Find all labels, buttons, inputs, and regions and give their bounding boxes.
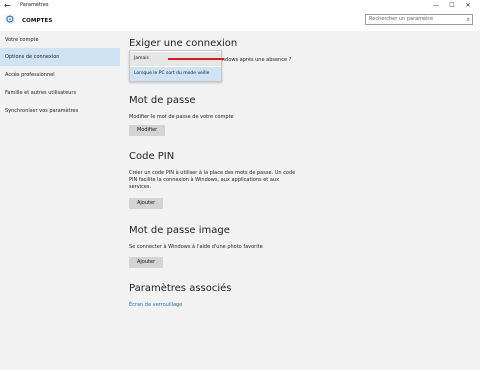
sidebar-item-sign-in-options[interactable]: Options de connexion	[0, 48, 120, 66]
sidebar-item-work-access[interactable]: Accès professionnel	[0, 66, 120, 84]
minimize-button[interactable]: —	[428, 0, 444, 11]
search-placeholder: Rechercher un paramètre	[369, 16, 434, 22]
picture-password-heading: Mot de passe image	[129, 225, 230, 236]
password-heading: Mot de passe	[129, 95, 196, 106]
search-input[interactable]: Rechercher un paramètre ⌕	[365, 14, 473, 25]
password-description: Modifier le mot de passe de votre compte	[129, 114, 234, 120]
window-title: Paramètres	[20, 2, 49, 8]
gear-icon: ⚙	[5, 13, 15, 26]
pin-description-line2: PIN facilite la connexion à Windows, aux…	[129, 177, 280, 183]
sidebar-item-sync[interactable]: Synchroniser vos paramètres	[0, 102, 120, 120]
section-title: COMPTES	[22, 18, 53, 24]
sidebar-item-your-account[interactable]: Votre compte	[0, 31, 120, 49]
window-controls: — ☐ ✕	[428, 0, 476, 11]
pin-description-line1: Créer un code PIN à utiliser à la place …	[129, 170, 296, 176]
dropdown-option-wake[interactable]: Lorsque le PC sort du mode veille	[130, 67, 221, 81]
back-arrow-icon[interactable]: ←	[4, 0, 11, 11]
search-icon[interactable]: ⌕	[467, 15, 470, 24]
annotation-underline	[168, 58, 224, 60]
modify-password-button[interactable]: Modifier	[129, 125, 166, 136]
require-signin-question: ndows après une absence ?	[222, 57, 292, 63]
picture-password-description: Se connecter à Windows à l'aide d'une ph…	[129, 244, 263, 250]
main-content: Exiger une connexion ndows après une abs…	[120, 31, 480, 370]
pin-heading: Code PIN	[129, 151, 175, 162]
lock-screen-link[interactable]: Écran de verrouillage	[129, 302, 182, 308]
pin-description-line3: services.	[129, 184, 152, 190]
require-signin-dropdown[interactable]: Jamais Lorsque le PC sort du mode veille	[129, 50, 224, 82]
sidebar: Votre compte Options de connexion Accès …	[0, 31, 120, 370]
maximize-button[interactable]: ☐	[444, 0, 460, 11]
related-settings-heading: Paramètres associés	[129, 283, 232, 294]
sidebar-item-family[interactable]: Famille et autres utilisateurs	[0, 84, 120, 102]
require-signin-heading: Exiger une connexion	[129, 38, 238, 49]
add-picture-password-button[interactable]: Ajouter	[129, 257, 164, 268]
add-pin-button[interactable]: Ajouter	[129, 198, 164, 209]
title-bar: ← Paramètres — ☐ ✕	[0, 0, 480, 11]
header: ⚙ COMPTES Rechercher un paramètre ⌕	[0, 11, 480, 31]
close-button[interactable]: ✕	[460, 0, 476, 11]
